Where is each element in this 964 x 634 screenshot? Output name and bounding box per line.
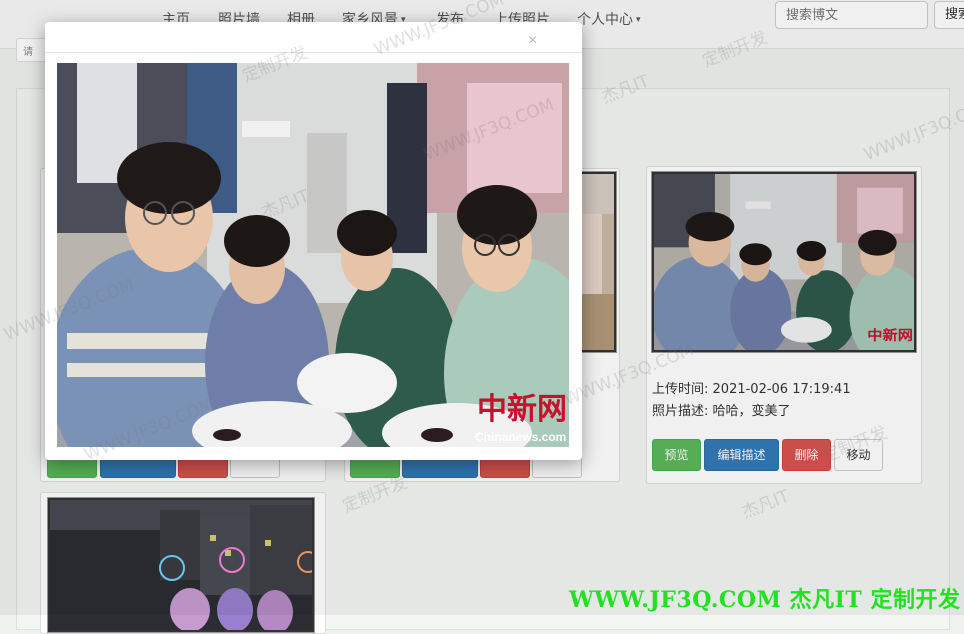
footer-banner: WWW.JF3Q.COM 杰凡IT 定制开发 xyxy=(569,582,960,614)
modal-header: × xyxy=(45,22,582,53)
banner-brand: 杰凡IT xyxy=(789,587,863,613)
modal-photo: 中新网 Chinanews.com xyxy=(57,63,569,447)
photo-logo-text: 中新网 xyxy=(477,392,567,427)
photo-preview-modal: × 中新网 Chinanews.com xyxy=(45,22,582,460)
banner-slogan: 定制开发 xyxy=(870,587,961,613)
close-icon[interactable]: × xyxy=(528,33,537,49)
banner-site: WWW.JF3Q.COM xyxy=(569,587,782,613)
preview-photo-image: 中新网 Chinanews.com xyxy=(57,63,569,447)
photo-logo-url: Chinanews.com xyxy=(475,430,566,444)
